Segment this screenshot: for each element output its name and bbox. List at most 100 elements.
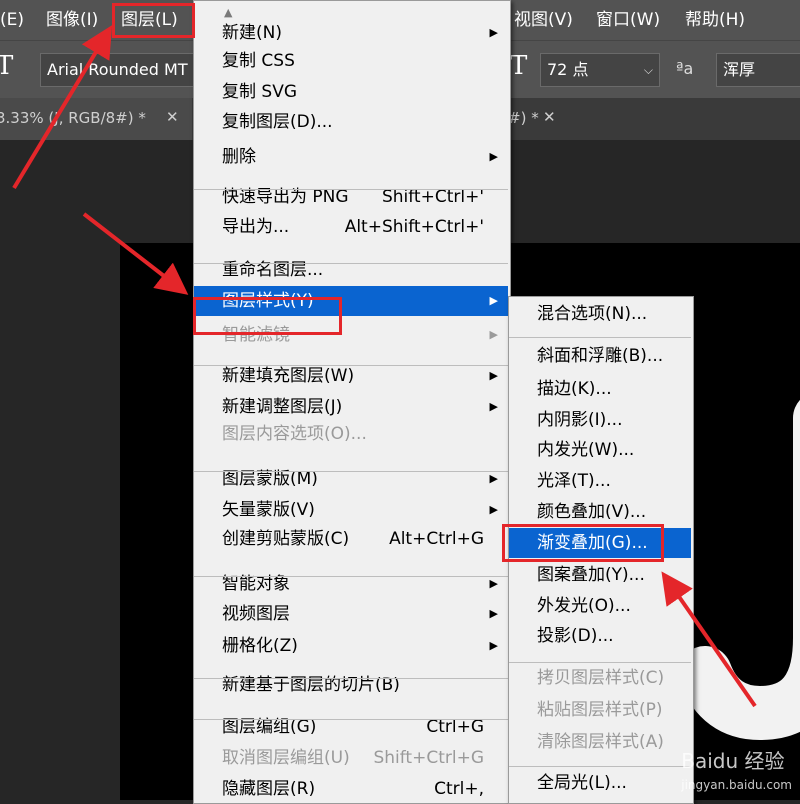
menu-view[interactable]: 视图(V) — [514, 0, 573, 40]
menu-item-label: 颜色叠加(V)... — [537, 502, 647, 522]
layer-menu-item[interactable]: 新建(N) ▶ — [194, 18, 508, 48]
style-menu-item[interactable]: 内发光(W)... — [509, 435, 691, 465]
menu-item-label: 创建剪贴蒙版(C) — [222, 529, 350, 549]
menu-item-label: 混合选项(N)... — [537, 304, 648, 324]
menu-item-label: 矢量蒙版(V) — [222, 500, 315, 520]
layer-menu-item: 取消图层编组(U) Shift+Ctrl+G — [194, 743, 508, 773]
layer-menu: ▲ 新建(N) ▶ 复制 CSS 复制 SVG 复制图层(D)... 删除 ▶ 快速导出为 P… — [193, 0, 511, 804]
layer-menu-item[interactable]: 复制 SVG — [194, 77, 508, 107]
menu-item-label: 图层样式(Y) — [222, 291, 314, 311]
menu-item-label: 描边(K)... — [537, 379, 612, 399]
menu-separator — [194, 719, 508, 720]
menu-item-shortcut: Ctrl+G — [426, 717, 484, 737]
menu-item-label: 新建基于图层的切片(B) — [222, 675, 400, 695]
menu-item-label: 渐变叠加(G)... — [537, 533, 648, 553]
anti-alias-field[interactable]: 浑厚 — [716, 53, 800, 87]
tab-title: 3.33% (J, RGB/8#) * — [0, 109, 146, 127]
menu-separator — [194, 365, 508, 366]
menu-item-label: 粘贴图层样式(P) — [537, 700, 663, 720]
layer-menu-item[interactable]: 复制 CSS — [194, 46, 508, 76]
layer-menu-item[interactable]: 创建剪贴蒙版(C) Alt+Ctrl+G — [194, 524, 508, 554]
layer-menu-item: 智能滤镜 ▶ — [194, 320, 508, 350]
tab-active[interactable]: 3.33% (J, RGB/8#) * ✕ — [0, 98, 192, 140]
tab-title-2[interactable]: #) * — [508, 109, 539, 127]
menu-item-label: 内阴影(I)... — [537, 410, 623, 430]
menu-item-label: 导出为... — [222, 217, 290, 237]
layer-menu-item[interactable]: 导出为... Alt+Shift+Ctrl+' — [194, 212, 508, 242]
style-menu-item: 清除图层样式(A) — [509, 727, 691, 757]
menu-item-shortcut: Alt+Ctrl+G — [389, 529, 484, 549]
style-menu-item[interactable]: 混合选项(N)... — [509, 299, 691, 329]
style-menu-item[interactable]: 光泽(T)... — [509, 466, 691, 496]
layer-menu-item: 图层内容选项(O)... — [194, 419, 508, 449]
menu-separator — [194, 189, 508, 190]
style-menu-item[interactable]: 外发光(O)... — [509, 591, 691, 621]
font-size-field[interactable]: 72 点 ⌵ — [540, 53, 660, 87]
layer-menu-item[interactable]: 矢量蒙版(V) ▶ — [194, 495, 508, 525]
layer-menu-item[interactable]: 重命名图层... — [194, 255, 508, 285]
type-tool-icon[interactable]: T — [0, 51, 13, 81]
submenu-arrow-icon: ▶ — [489, 639, 498, 652]
menu-item-label: 删除 — [222, 147, 256, 167]
close-icon[interactable]: ✕ — [543, 108, 556, 126]
layer-menu-item[interactable]: 视频图层 ▶ — [194, 599, 508, 629]
style-menu-item[interactable]: 描边(K)... — [509, 374, 691, 404]
menu-help[interactable]: 帮助(H) — [685, 0, 745, 40]
menu-item-label: 新建(N) — [222, 23, 282, 43]
style-menu-item[interactable]: 内阴影(I)... — [509, 405, 691, 435]
menu-item-shortcut: Alt+Shift+Ctrl+' — [344, 217, 484, 237]
menu-item-label: 视频图层 — [222, 604, 290, 624]
layer-menu-item[interactable]: 新建基于图层的切片(B) — [194, 670, 508, 700]
submenu-arrow-icon: ▶ — [489, 26, 498, 39]
watermark-text: Baidu 经验 — [681, 749, 785, 773]
chevron-down-icon[interactable]: ⌵ — [644, 54, 653, 86]
menu-separator — [509, 662, 691, 663]
font-size-value: 72 点 — [547, 60, 589, 79]
style-menu-item[interactable]: 斜面和浮雕(B)... — [509, 341, 691, 371]
menu-item-label: 投影(D)... — [537, 626, 614, 646]
layer-menu-item[interactable]: 栅格化(Z) ▶ — [194, 631, 508, 661]
type-orientation-icon[interactable]: T — [510, 51, 527, 81]
layer-menu-item[interactable]: 智能对象 ▶ — [194, 569, 508, 599]
menu-edit[interactable]: (E) — [0, 0, 24, 40]
menu-separator — [194, 678, 508, 679]
layer-menu-item[interactable]: 复制图层(D)... — [194, 107, 508, 137]
menu-item-label: 清除图层样式(A) — [537, 732, 664, 752]
menu-image[interactable]: 图像(I) — [46, 0, 98, 40]
layer-menu-item[interactable]: 新建调整图层(J) ▶ — [194, 392, 508, 422]
menu-item-label: 图层蒙版(M) — [222, 469, 318, 489]
menu-window[interactable]: 窗口(W) — [596, 0, 660, 40]
style-menu-item: 粘贴图层样式(P) — [509, 695, 691, 725]
style-menu-item[interactable]: 投影(D)... — [509, 621, 691, 651]
menu-item-label: 外发光(O)... — [537, 596, 631, 616]
menu-item-label: 取消图层编组(U) — [222, 748, 350, 768]
menu-item-label: 内发光(W)... — [537, 440, 635, 460]
submenu-arrow-icon: ▶ — [489, 400, 498, 413]
menu-item-label: 复制 SVG — [222, 82, 297, 102]
layer-menu-item[interactable]: 快速导出为 PNG Shift+Ctrl+' — [194, 182, 508, 212]
menu-item-label: 重命名图层... — [222, 260, 324, 280]
layer-menu-item[interactable]: 图层编组(G) Ctrl+G — [194, 712, 508, 742]
layer-menu-item[interactable]: 图层蒙版(M) ▶ — [194, 464, 508, 494]
font-family-field[interactable]: Arial Rounded MT B... — [40, 53, 195, 87]
layer-menu-item[interactable]: 图层样式(Y) ▶ — [194, 286, 508, 316]
menu-item-label: 图案叠加(Y)... — [537, 565, 645, 585]
menu-separator — [509, 766, 691, 767]
menu-layer[interactable]: 图层(L) — [121, 0, 178, 40]
anti-alias-icon: ªa — [676, 59, 694, 78]
style-menu-item[interactable]: 颜色叠加(V)... — [509, 497, 691, 527]
menu-item-label: 斜面和浮雕(B)... — [537, 346, 664, 366]
style-menu-item: 拷贝图层样式(C) — [509, 663, 691, 693]
style-menu-item[interactable]: 全局光(L)... — [509, 768, 691, 798]
menu-item-label: 图层内容选项(O)... — [222, 424, 367, 444]
submenu-arrow-icon: ▶ — [489, 503, 498, 516]
style-menu-item[interactable]: 渐变叠加(G)... — [509, 528, 691, 558]
menu-separator — [194, 576, 508, 577]
submenu-arrow-icon: ▶ — [489, 294, 498, 307]
menu-item-label: 复制图层(D)... — [222, 112, 333, 132]
menu-item-label: 快速导出为 PNG — [222, 187, 349, 207]
submenu-arrow-icon: ▶ — [489, 577, 498, 590]
style-menu-item[interactable]: 图案叠加(Y)... — [509, 560, 691, 590]
layer-menu-item[interactable]: 删除 ▶ — [194, 142, 508, 172]
close-icon[interactable]: ✕ — [166, 108, 179, 126]
